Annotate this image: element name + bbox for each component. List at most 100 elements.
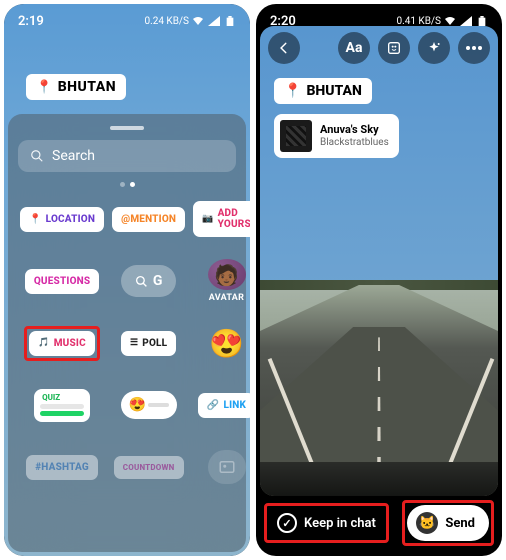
- search-placeholder: Search: [52, 148, 95, 164]
- page-dots: [18, 172, 236, 193]
- label: Send: [445, 516, 475, 531]
- keep-in-chat-button[interactable]: ✓ Keep in chat: [269, 508, 384, 538]
- slider-track: [148, 403, 169, 407]
- status-time: 2:19: [18, 14, 44, 29]
- quiz-sticker-btn[interactable]: QUIZ: [34, 389, 90, 422]
- bar: [40, 411, 84, 416]
- keep-highlight: ✓ Keep in chat: [264, 503, 389, 543]
- sticker-grid: 📍 LOCATION @MENTION 📷 ADD YOURS QUESTION…: [18, 193, 236, 493]
- label: QUIZ: [40, 393, 84, 402]
- music-info: Anuva's Sky Blackstratblues: [320, 124, 389, 148]
- label: LOCATION: [46, 214, 96, 225]
- search-icon: [30, 149, 44, 163]
- signal-icon: [460, 16, 472, 26]
- phone-left: 2:19 0.24 KB/S 📍 BHUTAN Search: [4, 4, 250, 556]
- camera-icon: 📷: [202, 214, 213, 224]
- photo-sticker-btn[interactable]: [208, 450, 246, 484]
- bottom-bar: ✓ Keep in chat 🐱 Send: [264, 500, 494, 546]
- search-input[interactable]: Search: [18, 140, 236, 172]
- status-bar: 2:20 0.41 KB/S: [256, 4, 502, 38]
- cell: @MENTION: [112, 197, 185, 241]
- mention-sticker-btn[interactable]: @MENTION: [112, 207, 185, 232]
- avatar-face-icon: 🧑🏾: [214, 263, 239, 287]
- cell: 😍: [112, 383, 185, 427]
- music-sticker-btn[interactable]: 🎵 MUSIC: [29, 331, 95, 356]
- emoji-sticker-btn[interactable]: 😍: [209, 327, 244, 360]
- gallery-icon: [218, 458, 236, 476]
- cell: QUESTIONS: [20, 259, 104, 303]
- music-highlight: 🎵 MUSIC: [24, 326, 100, 361]
- search-icon: [135, 275, 148, 288]
- dot-active: [130, 182, 135, 187]
- story-canvas[interactable]: Aa 📍 BHUTAN Anuva's Sky Blackstra: [260, 26, 498, 496]
- status-icons: [444, 16, 488, 26]
- label: G: [153, 273, 163, 289]
- recipient-avatar: 🐱: [416, 512, 438, 534]
- poll-sticker-btn[interactable]: ☰ POLL: [121, 331, 176, 356]
- battery-icon: [476, 16, 488, 26]
- label: Keep in chat: [304, 516, 376, 531]
- phone-right: 2:20 0.41 KB/S Aa: [256, 4, 502, 556]
- link-icon: 🔗: [207, 400, 220, 411]
- wifi-icon: [444, 16, 456, 26]
- cell: 🔗 LINK: [193, 383, 250, 427]
- cell: ☰ POLL: [112, 321, 185, 365]
- sheet-grabber[interactable]: [110, 126, 144, 130]
- cell: [193, 445, 250, 489]
- send-button[interactable]: 🐱 Send: [407, 505, 489, 541]
- addyours-sticker-btn[interactable]: 📷 ADD YOURS: [193, 201, 250, 237]
- status-data: 0.41 KB/S: [396, 16, 441, 27]
- cell: COUNTDOWN: [112, 445, 185, 489]
- emoji-slider-btn[interactable]: 😍: [121, 391, 177, 419]
- sparkle-icon: [426, 40, 442, 56]
- wifi-icon: [192, 16, 204, 26]
- questions-sticker-btn[interactable]: QUESTIONS: [25, 269, 100, 294]
- pin-icon: 📍: [29, 214, 42, 225]
- countdown-sticker-btn[interactable]: COUNTDOWN: [114, 456, 184, 479]
- sticker-icon: [386, 40, 402, 56]
- location-pin-icon: 📍: [284, 83, 301, 99]
- location-sticker-btn[interactable]: 📍 LOCATION: [20, 207, 104, 232]
- location-text: BHUTAN: [58, 79, 116, 95]
- cell: 🧑🏾 AVATAR: [193, 259, 250, 303]
- signal-icon: [208, 16, 220, 26]
- cell: G: [112, 259, 185, 303]
- poll-icon: ☰: [130, 338, 138, 348]
- bar: [40, 404, 84, 409]
- cell: QUIZ: [20, 383, 104, 427]
- status-bar: 2:19 0.24 KB/S: [4, 4, 250, 38]
- cell: 📷 ADD YOURS: [193, 197, 250, 241]
- chevron-left-icon: [277, 41, 291, 55]
- gif-sticker-btn[interactable]: G: [121, 265, 177, 297]
- music-icon: 🎵: [38, 338, 49, 348]
- location-sticker[interactable]: 📍 BHUTAN: [26, 74, 126, 100]
- dot: [120, 182, 125, 187]
- link-sticker-btn[interactable]: 🔗 LINK: [198, 393, 250, 418]
- battery-icon: [224, 16, 236, 26]
- send-highlight: 🐱 Send: [402, 500, 494, 546]
- label: POLL: [142, 338, 167, 349]
- check-circle-icon: ✓: [277, 513, 297, 533]
- music-title: Anuva's Sky: [320, 124, 389, 137]
- label: ADD YOURS: [218, 208, 250, 230]
- album-art: [280, 120, 312, 152]
- status-icons: [192, 16, 236, 26]
- label: LINK: [224, 400, 247, 411]
- hashtag-sticker-btn[interactable]: #HASHTAG: [26, 455, 98, 480]
- dashboard: [260, 462, 498, 496]
- cell: 😍: [193, 321, 250, 365]
- status-data: 0.24 KB/S: [144, 16, 189, 27]
- label: MUSIC: [54, 338, 86, 349]
- cell: 🎵 MUSIC: [20, 321, 104, 365]
- sticker-sheet[interactable]: Search 📍 LOCATION @MENTION 📷 ADD YOURS: [8, 114, 246, 552]
- status-time: 2:20: [270, 14, 296, 29]
- cell: #HASHTAG: [20, 445, 104, 489]
- music-sticker[interactable]: Anuva's Sky Blackstratblues: [274, 114, 399, 158]
- location-text: BHUTAN: [306, 83, 361, 99]
- music-artist: Blackstratblues: [320, 137, 389, 149]
- heart-eyes-icon: 😍: [129, 397, 146, 413]
- location-sticker[interactable]: 📍 BHUTAN: [274, 78, 372, 104]
- more-icon: [466, 46, 482, 50]
- avatar-sticker-btn[interactable]: 🧑🏾: [208, 259, 246, 290]
- location-pin-icon: 📍: [36, 80, 53, 95]
